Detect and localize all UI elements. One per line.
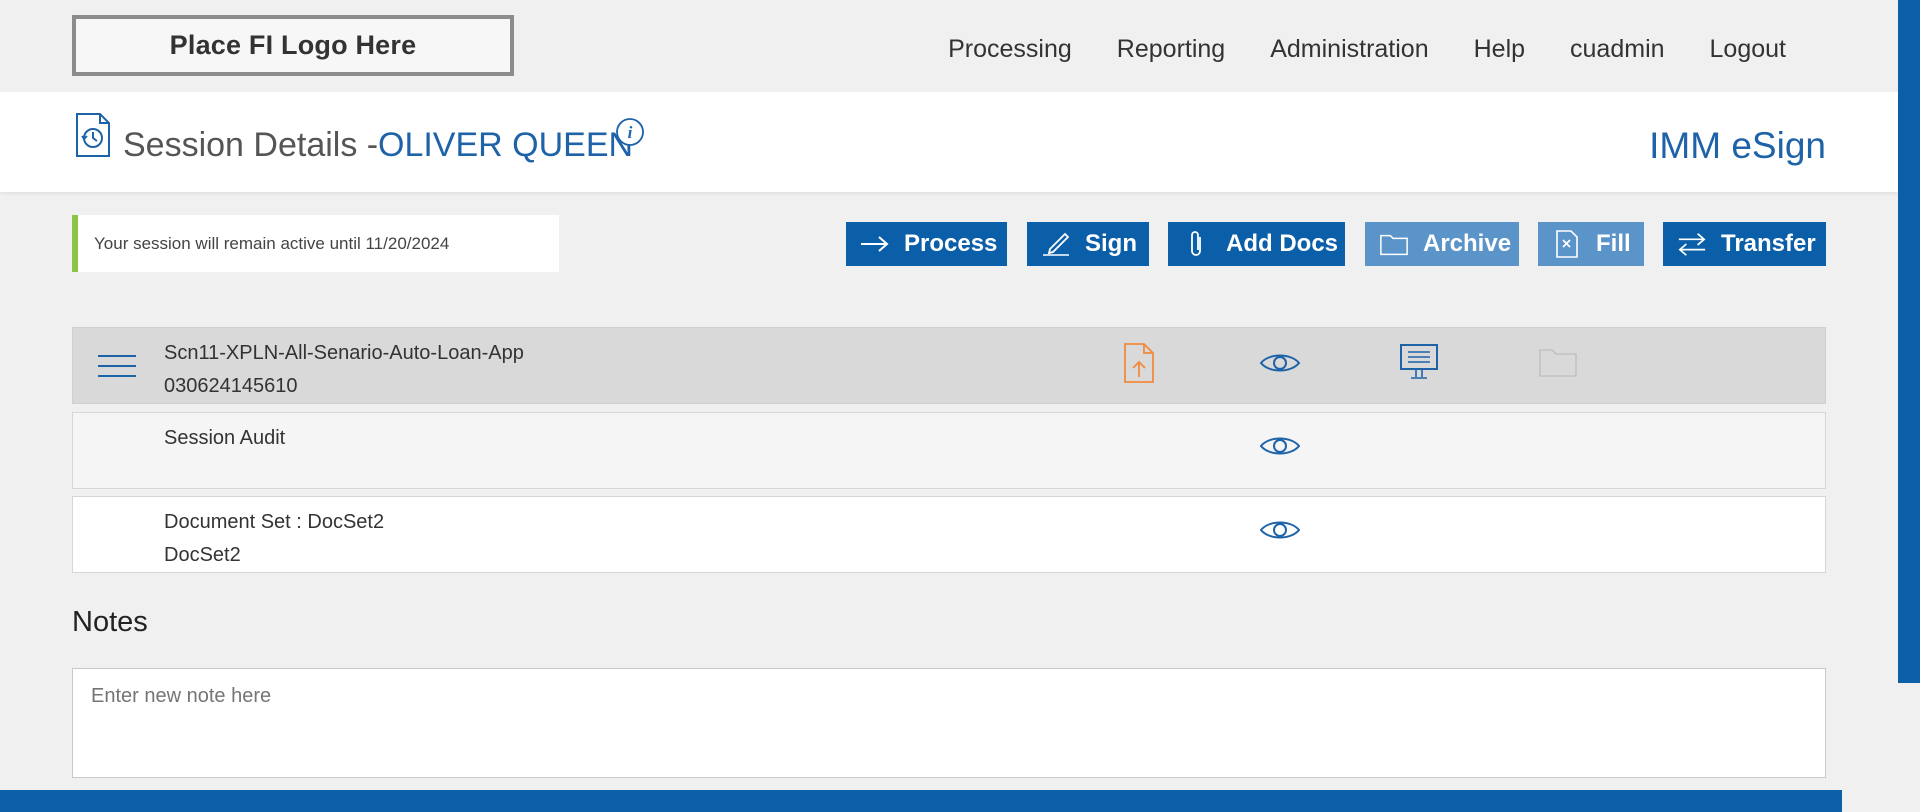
eye-icon[interactable] — [1259, 350, 1301, 376]
notes-heading: Notes — [72, 606, 148, 638]
document-row[interactable]: Scn11-XPLN-All-Senario-Auto-Loan-App 030… — [72, 327, 1826, 404]
menu-icon[interactable] — [97, 352, 137, 380]
nav-help[interactable]: Help — [1474, 34, 1525, 64]
document-set-name: DocSet2 — [164, 544, 241, 566]
nav-user[interactable]: cuadmin — [1570, 34, 1665, 64]
arrow-right-icon — [860, 229, 890, 259]
transfer-label: Transfer — [1721, 230, 1816, 257]
session-audit-label: Session Audit — [164, 427, 286, 449]
transfer-arrows-icon — [1677, 229, 1707, 259]
upload-file-icon[interactable] — [1122, 342, 1156, 384]
eye-icon[interactable] — [1259, 433, 1301, 459]
pen-icon — [1041, 229, 1071, 259]
nav-administration[interactable]: Administration — [1270, 34, 1428, 64]
folder-icon — [1379, 229, 1409, 259]
svg-text:i: i — [628, 123, 633, 142]
page-header: Session Details - OLIVER QUEEN i IMM eSi… — [0, 92, 1898, 192]
form-fill-icon — [1552, 229, 1582, 259]
fi-logo-placeholder: Place FI Logo Here — [72, 15, 514, 76]
eye-icon[interactable] — [1259, 517, 1301, 543]
add-docs-button[interactable]: Add Docs — [1168, 222, 1345, 266]
sign-label: Sign — [1085, 230, 1137, 257]
product-brand: IMM eSign — [1649, 125, 1826, 166]
scrollbar-thumb[interactable] — [1898, 0, 1920, 683]
session-audit-row[interactable]: Session Audit — [72, 412, 1826, 489]
paperclip-icon — [1182, 229, 1212, 259]
process-label: Process — [904, 230, 998, 257]
archive-button[interactable]: Archive — [1365, 222, 1519, 266]
add-docs-label: Add Docs — [1226, 230, 1339, 257]
signer-name: OLIVER QUEEN — [378, 126, 634, 164]
top-bar: Place FI Logo Here Processing Reporting … — [0, 0, 1898, 92]
fill-label: Fill — [1596, 230, 1631, 257]
document-set-label: Document Set : DocSet2 — [164, 511, 385, 533]
main-nav: Processing Reporting Administration Help… — [903, 34, 1786, 64]
sign-button[interactable]: Sign — [1027, 222, 1149, 266]
document-history-icon — [76, 113, 110, 157]
info-icon[interactable]: i — [615, 117, 645, 147]
new-note-input[interactable] — [72, 668, 1826, 778]
page-title: Session Details - — [123, 126, 379, 164]
footer-bar — [0, 790, 1842, 812]
document-name: Scn11-XPLN-All-Senario-Auto-Loan-App — [164, 342, 524, 364]
monitor-icon[interactable] — [1399, 343, 1439, 381]
nav-reporting[interactable]: Reporting — [1117, 34, 1225, 64]
archive-label: Archive — [1423, 230, 1512, 257]
document-set-row[interactable]: Document Set : DocSet2 DocSet2 — [72, 496, 1826, 573]
document-id: 030624145610 — [164, 375, 298, 397]
fill-button[interactable]: Fill — [1538, 222, 1644, 266]
folder-disabled-icon — [1539, 349, 1577, 377]
nav-processing[interactable]: Processing — [948, 34, 1072, 64]
transfer-button[interactable]: Transfer — [1663, 222, 1826, 266]
nav-logout[interactable]: Logout — [1710, 34, 1786, 64]
process-button[interactable]: Process — [846, 222, 1007, 266]
session-notice: Your session will remain active until 11… — [72, 215, 559, 272]
